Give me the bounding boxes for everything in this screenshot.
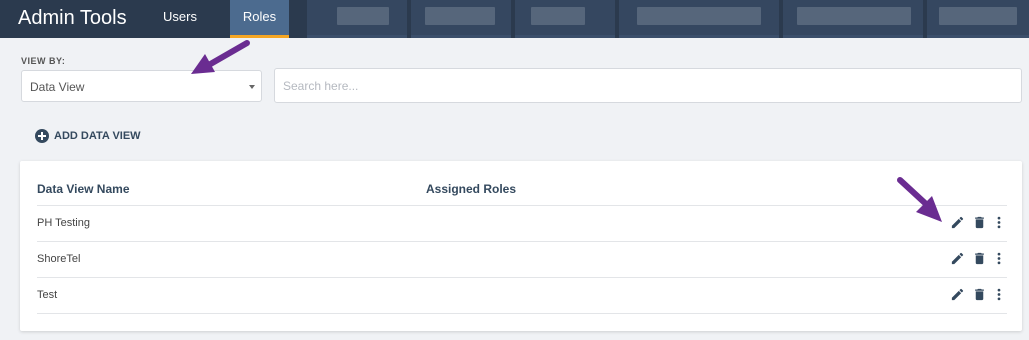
row-name: ShoreTel <box>37 253 81 265</box>
tab-users[interactable]: Users <box>150 0 210 38</box>
trash-icon[interactable] <box>972 251 987 266</box>
add-data-view-label: ADD DATA VIEW <box>54 130 141 142</box>
table-row: PH Testing <box>37 205 1007 241</box>
row-name: PH Testing <box>37 217 90 229</box>
column-header-roles: Assigned Roles <box>426 182 517 196</box>
tab-redacted[interactable] <box>927 0 1029 38</box>
pencil-icon[interactable] <box>950 215 965 230</box>
more-vertical-icon[interactable] <box>994 287 1004 302</box>
plus-circle-icon <box>35 129 49 143</box>
search-input[interactable] <box>274 68 1022 103</box>
tab-redacted[interactable] <box>619 0 779 38</box>
pencil-icon[interactable] <box>950 251 965 266</box>
more-vertical-icon[interactable] <box>994 251 1004 266</box>
add-data-view-button[interactable]: ADD DATA VIEW <box>35 128 141 144</box>
tab-redacted[interactable] <box>307 0 407 38</box>
pencil-icon[interactable] <box>950 287 965 302</box>
tab-roles[interactable]: Roles <box>230 0 289 38</box>
tab-redacted[interactable] <box>783 0 923 38</box>
tab-redacted[interactable] <box>411 0 511 38</box>
caret-down-icon <box>249 85 255 89</box>
view-by-label: VIEW BY: <box>21 56 66 66</box>
table-row: ShoreTel <box>37 241 1007 277</box>
table-row: Test <box>37 277 1007 313</box>
top-nav-bar: Admin Tools Users Roles <box>0 0 1029 38</box>
column-header-name: Data View Name <box>37 182 130 196</box>
view-by-value: Data View <box>30 80 85 94</box>
divider <box>37 313 1007 314</box>
view-by-select[interactable]: Data View <box>21 70 262 102</box>
more-vertical-icon[interactable] <box>994 215 1004 230</box>
app-title: Admin Tools <box>18 7 127 29</box>
row-name: Test <box>37 289 58 301</box>
trash-icon[interactable] <box>972 215 987 230</box>
data-view-table: Data View Name Assigned Roles PH Testing… <box>20 161 1022 331</box>
tab-redacted[interactable] <box>515 0 615 38</box>
trash-icon[interactable] <box>972 287 987 302</box>
